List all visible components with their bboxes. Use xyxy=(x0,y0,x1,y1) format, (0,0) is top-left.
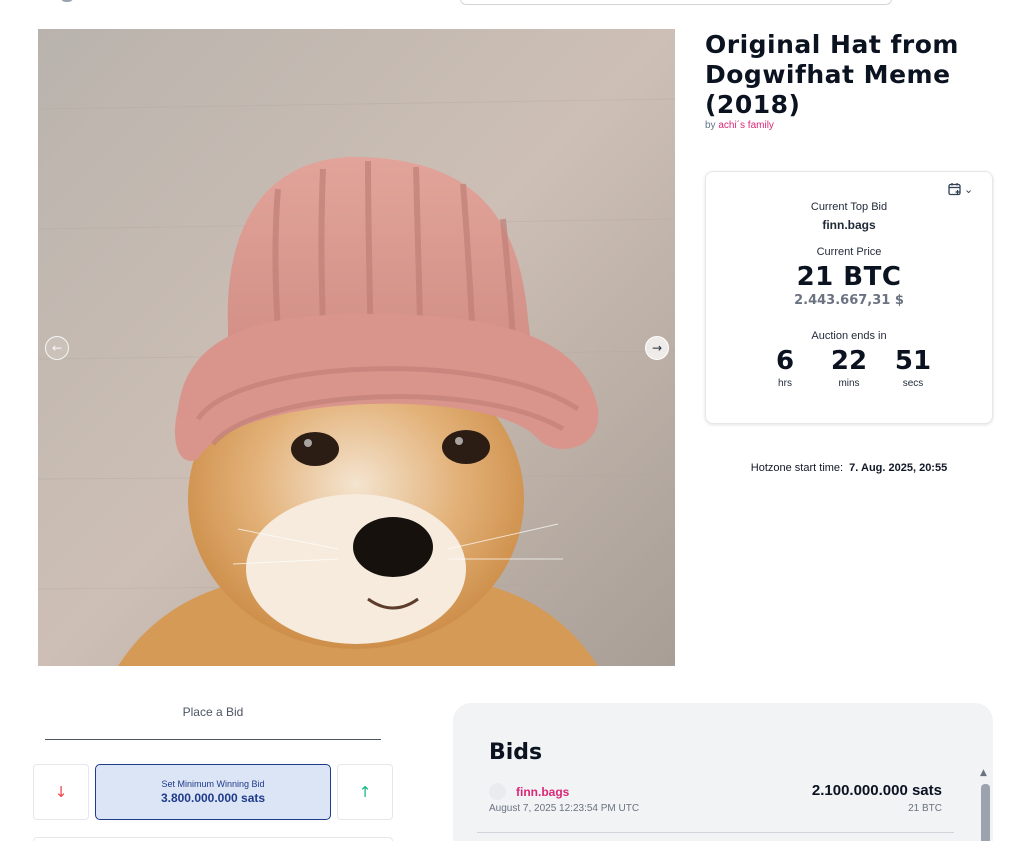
bids-panel xyxy=(453,703,993,841)
set-minimum-winning-bid-button[interactable]: Set Minimum Winning Bid 3.800.000.000 sa… xyxy=(95,764,331,820)
decrease-bid-button[interactable]: ↓ xyxy=(33,764,89,820)
current-price-usd: 2.443.667,31 $ xyxy=(794,293,904,308)
min-bid-label: Set Minimum Winning Bid xyxy=(161,779,265,789)
bids-title: Bids xyxy=(489,740,543,765)
place-bid-divider xyxy=(45,739,381,740)
scrollbar-thumb[interactable] xyxy=(981,784,990,841)
header-logo-fragment xyxy=(60,0,74,2)
place-bid-label: Place a Bid xyxy=(182,705,244,719)
add-to-calendar-button[interactable]: ⌄ xyxy=(948,182,973,199)
byline-prefix: by xyxy=(705,120,716,131)
min-bid-value: 3.800.000.000 sats xyxy=(160,791,266,805)
current-price: 21 BTC xyxy=(796,262,902,292)
avatar xyxy=(489,783,506,800)
arrow-down-icon: ↓ xyxy=(54,783,68,801)
countdown-value: 51 xyxy=(894,346,932,376)
scroll-up-arrow[interactable]: ▲ xyxy=(980,768,987,778)
countdown-hours: 6 hrs xyxy=(764,346,806,389)
chevron-down-icon: ⌄ xyxy=(964,182,974,196)
byline: by achi´s family xyxy=(705,120,774,131)
gallery-prev-button[interactable]: ← xyxy=(45,336,69,360)
arrow-right-icon: → xyxy=(651,341,663,355)
calendar-add-icon xyxy=(948,182,962,199)
current-price-label: Current Price xyxy=(816,246,882,258)
bid-amount-input[interactable] xyxy=(33,837,393,841)
hotzone-value: 7. Aug. 2025, 20:55 xyxy=(849,462,948,474)
countdown-unit: secs xyxy=(902,378,924,389)
arrow-up-icon: ↑ xyxy=(358,783,372,801)
countdown-unit: mins xyxy=(838,378,860,389)
countdown-value: 6 xyxy=(775,346,795,376)
top-bidder-name: finn.bags xyxy=(822,218,876,232)
gallery-next-button[interactable]: → xyxy=(645,336,669,360)
countdown-timer: 6 hrs 22 mins 51 secs xyxy=(705,346,993,389)
bid-amount-btc: 21 BTC xyxy=(908,803,942,814)
bid-amount-sats: 2.100.000.000 sats xyxy=(811,782,942,799)
countdown-seconds: 51 secs xyxy=(892,346,934,389)
item-image xyxy=(38,29,675,666)
listing-title: Original Hat from Dogwifhat Meme (2018) xyxy=(705,30,959,119)
hotzone-start-time: Hotzone start time: 7. Aug. 2025, 20:55 xyxy=(705,462,993,474)
countdown-value: 22 xyxy=(830,346,868,376)
bid-row-divider xyxy=(477,832,954,833)
author-link[interactable]: achi´s family xyxy=(718,120,774,131)
auction-ends-label: Auction ends in xyxy=(811,330,887,342)
countdown-unit: hrs xyxy=(778,378,792,389)
increase-bid-button[interactable]: ↑ xyxy=(337,764,393,820)
countdown-minutes: 22 mins xyxy=(828,346,870,389)
bid-timestamp: August 7, 2025 12:23:54 PM UTC xyxy=(489,803,640,814)
header-search-input[interactable] xyxy=(460,0,892,5)
current-top-bid-label: Current Top Bid xyxy=(810,201,888,213)
bid-bidder-name[interactable]: finn.bags xyxy=(516,785,569,799)
arrow-left-icon: ← xyxy=(51,341,63,355)
hotzone-label: Hotzone start time: xyxy=(750,462,844,474)
